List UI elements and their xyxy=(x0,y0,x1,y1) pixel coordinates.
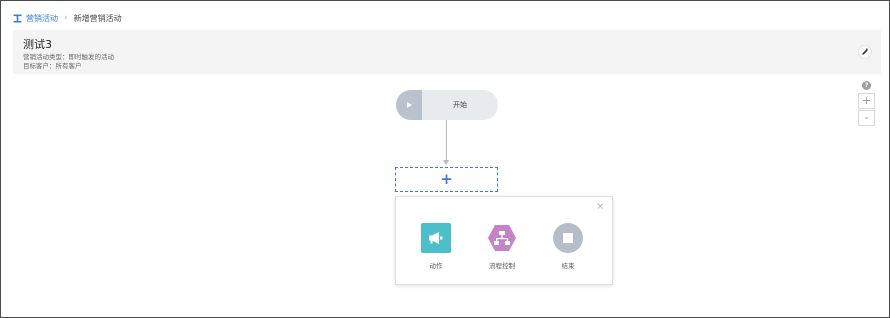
breadcrumb-separator-icon: › xyxy=(64,13,68,23)
zoom-in-button[interactable]: + xyxy=(858,93,875,109)
breadcrumb-link-campaigns[interactable]: 营销活动 xyxy=(26,13,58,24)
campaign-header: 测试3 营销活动类型：即时触发的活动 目标客户：所有客户 xyxy=(13,30,881,74)
pencil-icon xyxy=(862,48,868,55)
option-action-label: 动作 xyxy=(429,262,443,270)
edit-button[interactable] xyxy=(858,45,872,59)
option-flow-control[interactable]: 流程控制 xyxy=(477,223,527,270)
option-end[interactable]: 结束 xyxy=(543,223,593,270)
arrow-down-icon xyxy=(443,160,449,165)
campaign-icon xyxy=(13,14,22,23)
megaphone-icon xyxy=(421,223,451,253)
start-node-label: 开始 xyxy=(453,101,467,109)
node-type-popup: × 动作 流程控制 结束 xyxy=(395,196,613,285)
play-icon xyxy=(396,90,422,120)
breadcrumb-current: 新增营销活动 xyxy=(73,13,122,23)
stop-icon xyxy=(553,223,583,253)
start-node[interactable]: 开始 xyxy=(396,90,498,120)
page-title: 测试3 xyxy=(23,38,52,51)
option-end-label: 结束 xyxy=(561,262,575,270)
add-node-button[interactable]: + xyxy=(395,167,498,192)
zoom-out-button[interactable]: - xyxy=(858,110,875,126)
close-icon[interactable]: × xyxy=(596,203,604,212)
option-action[interactable]: 动作 xyxy=(411,223,461,270)
connector-line xyxy=(446,120,447,164)
flow-control-icon xyxy=(487,223,517,253)
option-flow-control-label: 流程控制 xyxy=(489,262,515,270)
target-customers-text: 目标客户：所有客户 xyxy=(23,62,82,70)
breadcrumb: 营销活动 › 新增营销活动 xyxy=(13,12,122,24)
help-icon[interactable]: ? xyxy=(862,81,871,90)
